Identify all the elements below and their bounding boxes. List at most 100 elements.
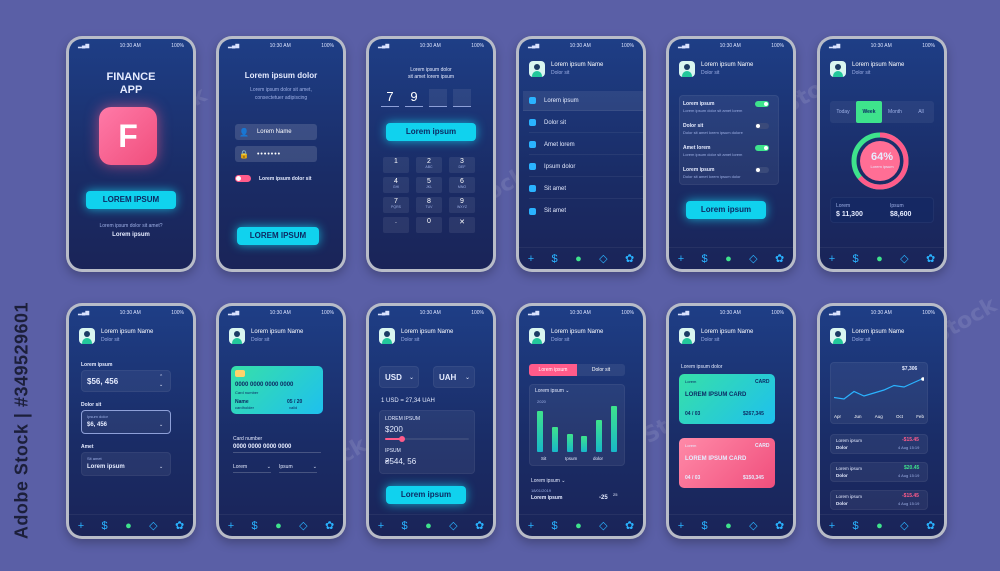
chevron-up-icon[interactable]: ⌃: [159, 374, 163, 380]
login-button[interactable]: LOREM IPSUM: [237, 227, 319, 245]
gear-icon[interactable]: ✿: [325, 519, 334, 532]
pin-digit[interactable]: 9: [405, 89, 423, 107]
primary-button[interactable]: LOREM IPSUM: [86, 191, 176, 209]
dollar-icon[interactable]: $: [702, 520, 708, 532]
chevron-down-icon[interactable]: ⌄: [159, 464, 163, 470]
remember-toggle[interactable]: [235, 175, 251, 182]
select-1[interactable]: Lorem ⌄: [233, 464, 271, 473]
menu-item-4[interactable]: Ipsum dolor: [529, 157, 643, 177]
setting-toggle[interactable]: [755, 145, 769, 151]
shield-icon[interactable]: ◇: [749, 519, 757, 532]
user-icon[interactable]: ●: [125, 520, 132, 532]
chevron-down-icon[interactable]: ⌄: [159, 422, 163, 428]
chart-dropdown[interactable]: Lorem ipsum ⌄: [535, 388, 570, 394]
keypad-key[interactable]: 4 GHI: [383, 177, 409, 193]
gear-icon[interactable]: ✿: [775, 252, 784, 265]
user-icon[interactable]: ●: [725, 520, 732, 532]
dollar-icon[interactable]: $: [252, 520, 258, 532]
slider-knob[interactable]: [398, 436, 405, 442]
tab-all[interactable]: All: [908, 101, 934, 123]
dollar-icon[interactable]: $: [552, 253, 558, 265]
add-icon[interactable]: +: [78, 520, 84, 532]
dollar-icon[interactable]: $: [853, 253, 859, 265]
dollar-icon[interactable]: $: [102, 520, 108, 532]
tab-2[interactable]: Dolor sit: [577, 364, 625, 376]
tab-month[interactable]: Month: [882, 101, 908, 123]
gear-icon[interactable]: ✿: [475, 519, 484, 532]
add-icon[interactable]: +: [378, 520, 384, 532]
user-icon[interactable]: ●: [876, 520, 883, 532]
add-icon[interactable]: +: [678, 253, 684, 265]
keypad-key[interactable]: 1: [383, 157, 409, 173]
menu-item-2[interactable]: Dolor sit: [529, 113, 643, 133]
dollar-icon[interactable]: $: [702, 253, 708, 265]
gear-icon[interactable]: ✿: [926, 252, 935, 265]
shield-icon[interactable]: ◇: [149, 519, 157, 532]
pin-digit[interactable]: [429, 89, 447, 107]
shield-icon[interactable]: ◇: [599, 519, 607, 532]
keypad-key[interactable]: 7 PQRS: [383, 197, 409, 213]
shield-icon[interactable]: ◇: [599, 252, 607, 265]
setting-toggle[interactable]: [755, 123, 769, 129]
keypad-key[interactable]: 0: [416, 217, 442, 233]
keypad-key[interactable]: .: [383, 217, 409, 233]
line-series: [834, 377, 924, 400]
gear-icon[interactable]: ✿: [625, 519, 634, 532]
add-icon[interactable]: +: [528, 520, 534, 532]
keypad-key[interactable]: 2 ABC: [416, 157, 442, 173]
shield-icon[interactable]: ◇: [449, 519, 457, 532]
keypad-key[interactable]: 3 DEF: [449, 157, 475, 173]
gear-icon[interactable]: ✿: [625, 252, 634, 265]
chart-bar: [551, 426, 558, 452]
keypad-key[interactable]: 5 JKL: [416, 177, 442, 193]
name-field[interactable]: 👤 Lorem Name: [235, 124, 317, 140]
user-icon[interactable]: ●: [575, 253, 582, 265]
from-amount[interactable]: $200: [385, 425, 403, 434]
add-icon[interactable]: +: [829, 253, 835, 265]
settings-save-button[interactable]: Lorem ipsum: [686, 201, 766, 219]
select-2[interactable]: Ipsum ⌄: [279, 464, 317, 473]
dollar-icon[interactable]: $: [552, 520, 558, 532]
gear-icon[interactable]: ✿: [775, 519, 784, 532]
dollar-icon[interactable]: $: [402, 520, 408, 532]
menu-item-3[interactable]: Amet lorem: [529, 135, 643, 155]
dollar-icon[interactable]: $: [853, 520, 859, 532]
pin-digit[interactable]: 7: [381, 89, 399, 107]
setting-toggle[interactable]: [755, 101, 769, 107]
menu-item-6[interactable]: Sit amet: [529, 201, 643, 221]
keypad-key[interactable]: 8 TUV: [416, 197, 442, 213]
add-icon[interactable]: +: [829, 520, 835, 532]
amount-slider[interactable]: [385, 436, 469, 442]
add-icon[interactable]: +: [528, 253, 534, 265]
history-dropdown[interactable]: Lorem ipsum ⌄: [531, 478, 566, 484]
shield-icon[interactable]: ◇: [749, 252, 757, 265]
user-icon[interactable]: ●: [575, 520, 582, 532]
gear-icon[interactable]: ✿: [175, 519, 184, 532]
card-number-input[interactable]: 0000 0000 0000 0000: [233, 444, 321, 453]
exchange-button[interactable]: Lorem ipsum: [386, 486, 466, 504]
keypad-key[interactable]: 9 WXYZ: [449, 197, 475, 213]
chevron-down-icon[interactable]: ⌄: [159, 382, 163, 388]
keypad-key[interactable]: 6 MNO: [449, 177, 475, 193]
menu-item-1[interactable]: Lorem ipsum: [523, 91, 643, 111]
menu-item-5[interactable]: Sit amet: [529, 179, 643, 199]
gear-icon[interactable]: ✿: [926, 519, 935, 532]
shield-icon[interactable]: ◇: [900, 252, 908, 265]
add-icon[interactable]: +: [678, 520, 684, 532]
pin-submit-button[interactable]: Lorem ipsum: [386, 123, 476, 141]
link-text[interactable]: Lorem ipsum: [69, 232, 193, 238]
user-icon[interactable]: ●: [425, 520, 432, 532]
setting-toggle[interactable]: [755, 167, 769, 173]
user-icon[interactable]: ●: [876, 253, 883, 265]
tab-1[interactable]: Lorem ipsum: [529, 364, 577, 376]
tab-week[interactable]: Week: [856, 101, 882, 123]
shield-icon[interactable]: ◇: [299, 519, 307, 532]
add-icon[interactable]: +: [228, 520, 234, 532]
shield-icon[interactable]: ◇: [900, 519, 908, 532]
user-icon[interactable]: ●: [725, 253, 732, 265]
backspace-key[interactable]: ✕: [449, 217, 475, 233]
password-field[interactable]: 🔒 •••••••: [235, 146, 317, 162]
pin-digit[interactable]: [453, 89, 471, 107]
user-icon[interactable]: ●: [275, 520, 282, 532]
tab-today[interactable]: Today: [830, 101, 856, 123]
